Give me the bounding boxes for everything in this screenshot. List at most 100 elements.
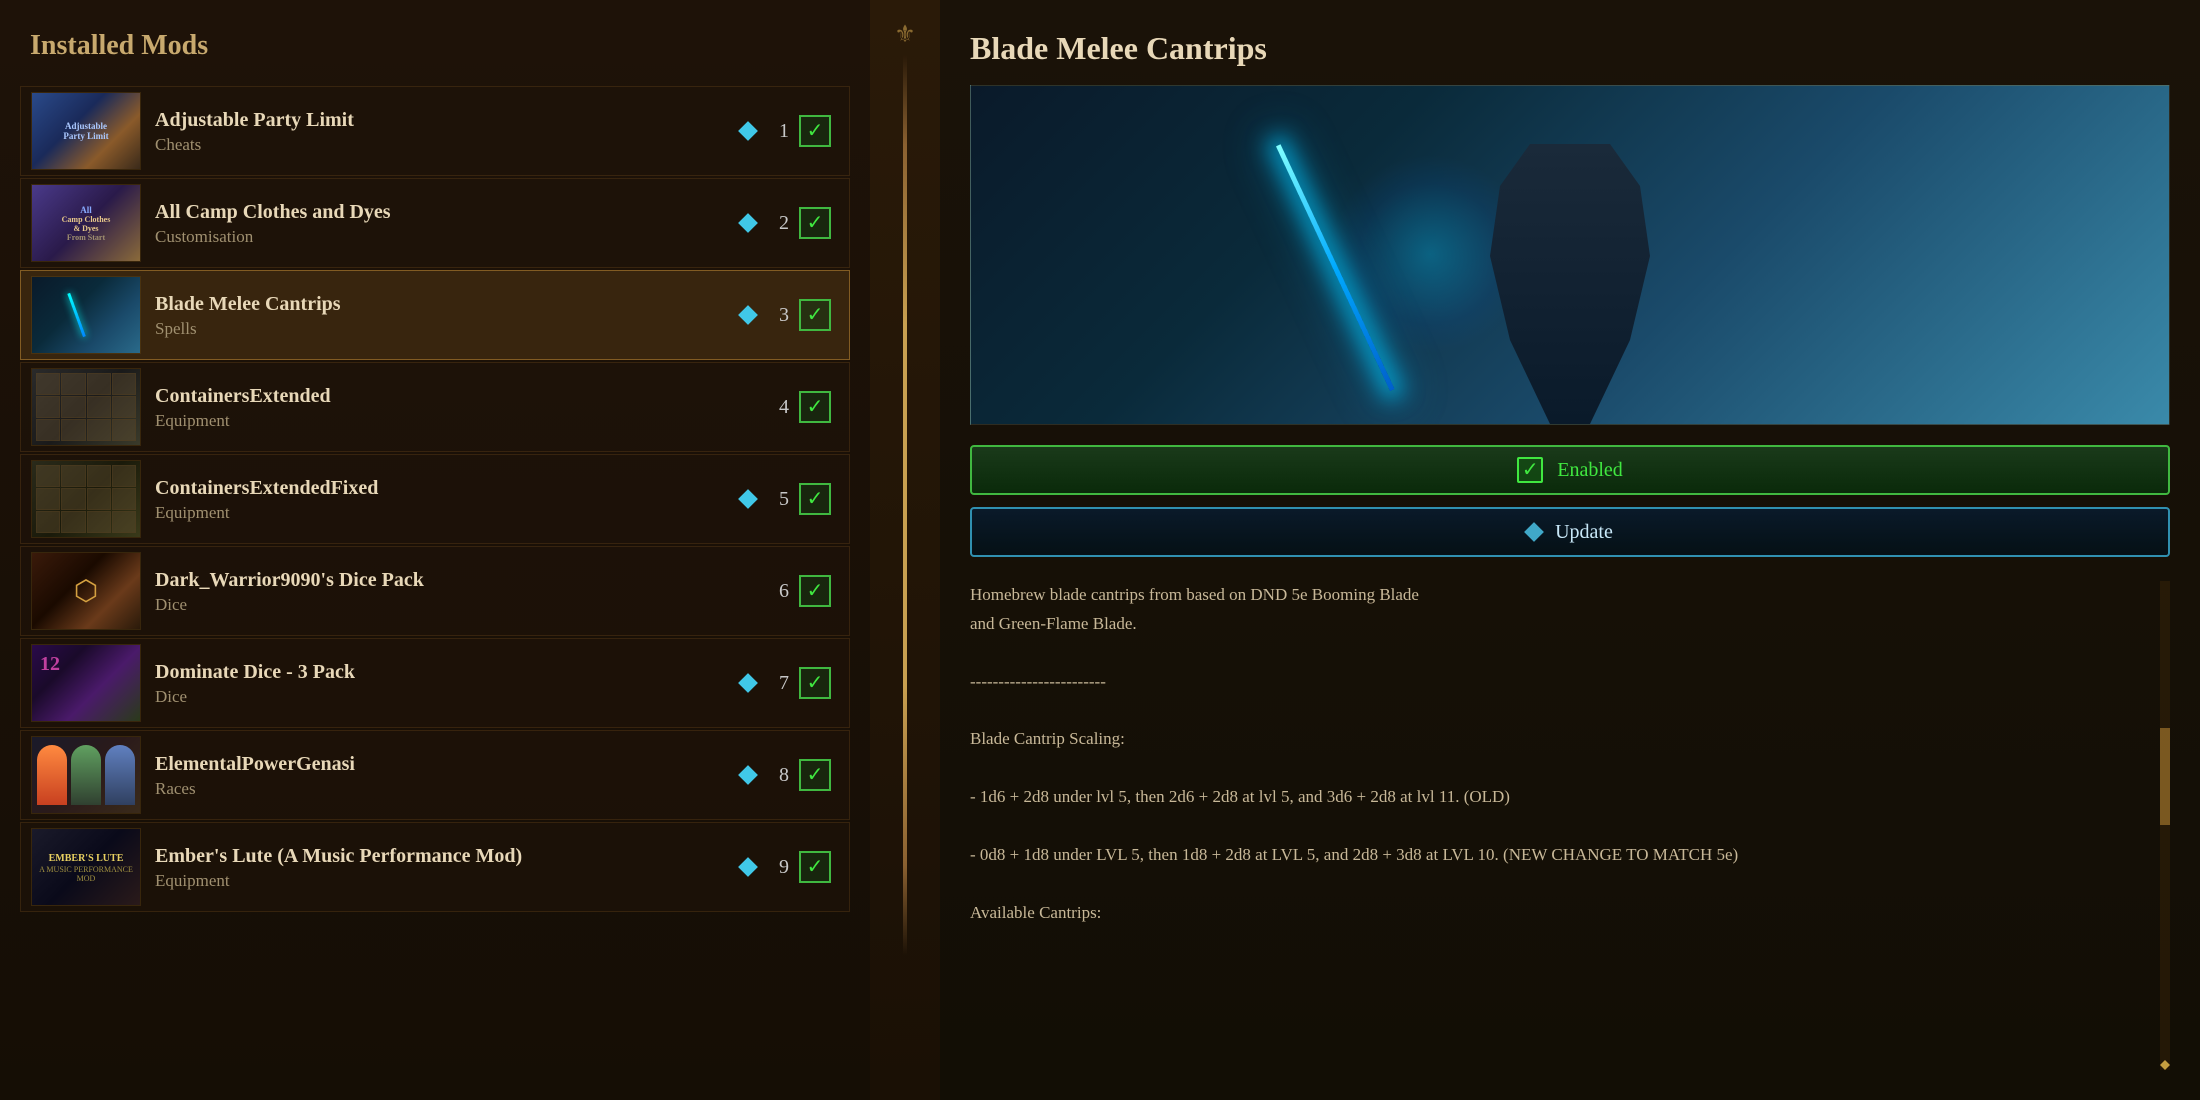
mod-checkbox-9[interactable]: ✓ — [799, 851, 831, 883]
mod-item-6[interactable]: ⬡ Dark_Warrior9090's Dice Pack Dice 6 ✓ — [20, 546, 850, 636]
divider-ornament-top: ⚜ — [894, 20, 916, 49]
mod-right-7: 7 ✓ — [741, 667, 839, 699]
left-panel: Installed Mods AdjustableParty Limit Adj… — [0, 0, 870, 1100]
description-text: Homebrew blade cantrips from based on DN… — [970, 581, 2170, 928]
mod-name-4: ContainersExtended — [155, 383, 741, 409]
detail-description: Homebrew blade cantrips from based on DN… — [970, 581, 2170, 1070]
mod-category-6: Dice — [155, 595, 741, 615]
mod-number-2: 2 — [765, 212, 789, 235]
mod-name-1: Adjustable Party Limit — [155, 107, 741, 133]
mod-info-1: Adjustable Party Limit Cheats — [155, 107, 741, 155]
mod-number-7: 7 — [765, 672, 789, 695]
scrollbar[interactable] — [2160, 581, 2170, 1070]
mod-thumbnail-5 — [31, 460, 141, 538]
desc-scaling-old: - 1d6 + 2d8 under lvl 5, then 2d6 + 2d8 … — [970, 787, 1510, 806]
mod-name-7: Dominate Dice - 3 Pack — [155, 659, 741, 685]
mod-right-5: 5 ✓ — [741, 483, 839, 515]
mod-checkbox-6[interactable]: ✓ — [799, 575, 831, 607]
diamond-icon — [738, 121, 758, 141]
mod-right-3: 3 ✓ — [741, 299, 839, 331]
mod-checkbox-4[interactable]: ✓ — [799, 391, 831, 423]
update-button[interactable]: Update — [970, 507, 2170, 557]
mod-item-9[interactable]: EMBER'S LUTEA MUSIC PERFORMANCE MOD Embe… — [20, 822, 850, 912]
mod-thumbnail-7 — [31, 644, 141, 722]
update-label: Update — [1555, 521, 1613, 544]
figure-silhouette — [1470, 144, 1670, 424]
check-mark-icon: ✓ — [807, 213, 824, 233]
mod-category-8: Races — [155, 779, 741, 799]
mod-checkbox-5[interactable]: ✓ — [799, 483, 831, 515]
mod-thumbnail-9: EMBER'S LUTEA MUSIC PERFORMANCE MOD — [31, 828, 141, 906]
enabled-button[interactable]: ✓ Enabled — [970, 445, 2170, 495]
enabled-label: Enabled — [1557, 459, 1623, 482]
desc-line2: and Green-Flame Blade. — [970, 614, 1137, 633]
check-mark-icon: ✓ — [807, 765, 824, 785]
mod-number-6: 6 — [765, 580, 789, 603]
mod-number-3: 3 — [765, 304, 789, 327]
mod-item-3[interactable]: Blade Melee Cantrips Spells 3 ✓ — [20, 270, 850, 360]
mod-item-4[interactable]: ContainersExtended Equipment 4 ✓ — [20, 362, 850, 452]
update-diamond-icon — [1524, 522, 1544, 542]
diamond-icon — [738, 765, 758, 785]
mod-checkbox-1[interactable]: ✓ — [799, 115, 831, 147]
mod-checkbox-2[interactable]: ✓ — [799, 207, 831, 239]
check-mark-icon: ✓ — [807, 581, 824, 601]
divider-line — [903, 55, 907, 955]
scrollbar-thumb — [2160, 728, 2170, 826]
diamond-icon — [738, 857, 758, 877]
mod-info-9: Ember's Lute (A Music Performance Mod) E… — [155, 843, 741, 891]
mod-right-9: 9 ✓ — [741, 851, 839, 883]
mod-item-1[interactable]: AdjustableParty Limit Adjustable Party L… — [20, 86, 850, 176]
diamond-icon — [738, 213, 758, 233]
mod-item-2[interactable]: AllCamp Clothes& DyesFrom Start All Camp… — [20, 178, 850, 268]
mod-checkbox-3[interactable]: ✓ — [799, 299, 831, 331]
check-mark-icon: ✓ — [807, 397, 824, 417]
mod-name-6: Dark_Warrior9090's Dice Pack — [155, 567, 741, 593]
action-buttons: ✓ Enabled Update — [970, 445, 2170, 557]
mod-right-8: 8 ✓ — [741, 759, 839, 791]
mod-name-8: ElementalPowerGenasi — [155, 751, 741, 777]
mod-checkbox-8[interactable]: ✓ — [799, 759, 831, 791]
enabled-check-icon: ✓ — [1517, 457, 1543, 483]
right-panel: Blade Melee Cantrips ✓ Enabled Update Ho… — [940, 0, 2200, 1100]
mod-thumbnail-2: AllCamp Clothes& DyesFrom Start — [31, 184, 141, 262]
check-mark-icon: ✓ — [807, 305, 824, 325]
mod-thumbnail-3 — [31, 276, 141, 354]
mod-thumbnail-1: AdjustableParty Limit — [31, 92, 141, 170]
mod-item-7[interactable]: Dominate Dice - 3 Pack Dice 7 ✓ — [20, 638, 850, 728]
mod-category-4: Equipment — [155, 411, 741, 431]
mod-info-3: Blade Melee Cantrips Spells — [155, 291, 741, 339]
mod-category-1: Cheats — [155, 135, 741, 155]
diamond-icon — [738, 673, 758, 693]
mod-category-2: Customisation — [155, 227, 741, 247]
mod-category-3: Spells — [155, 319, 741, 339]
mod-number-1: 1 — [765, 120, 789, 143]
mod-thumbnail-6: ⬡ — [31, 552, 141, 630]
mod-info-5: ContainersExtendedFixed Equipment — [155, 475, 741, 523]
check-mark-icon: ✓ — [807, 121, 824, 141]
detail-title: Blade Melee Cantrips — [970, 30, 2170, 67]
mod-info-6: Dark_Warrior9090's Dice Pack Dice — [155, 567, 741, 615]
mod-category-7: Dice — [155, 687, 741, 707]
mod-right-1: 1 ✓ — [741, 115, 839, 147]
panel-title: Installed Mods — [20, 30, 850, 62]
mod-info-2: All Camp Clothes and Dyes Customisation — [155, 199, 741, 247]
mod-right-4: 4 ✓ — [741, 391, 839, 423]
mod-thumbnail-4 — [31, 368, 141, 446]
mod-number-4: 4 — [765, 396, 789, 419]
mod-checkbox-7[interactable]: ✓ — [799, 667, 831, 699]
mod-name-9: Ember's Lute (A Music Performance Mod) — [155, 843, 741, 869]
mod-name-3: Blade Melee Cantrips — [155, 291, 741, 317]
mod-category-9: Equipment — [155, 871, 741, 891]
mod-info-4: ContainersExtended Equipment — [155, 383, 741, 431]
mod-item-8[interactable]: ElementalPowerGenasi Races 8 ✓ — [20, 730, 850, 820]
mod-category-5: Equipment — [155, 503, 741, 523]
mod-name-2: All Camp Clothes and Dyes — [155, 199, 741, 225]
desc-separator: ------------------------ — [970, 672, 1106, 691]
mod-number-9: 9 — [765, 856, 789, 879]
mod-item-5[interactable]: ContainersExtendedFixed Equipment 5 ✓ — [20, 454, 850, 544]
diamond-icon — [738, 305, 758, 325]
mod-right-2: 2 ✓ — [741, 207, 839, 239]
mod-right-6: 6 ✓ — [741, 575, 839, 607]
mod-list: AdjustableParty Limit Adjustable Party L… — [20, 86, 850, 912]
